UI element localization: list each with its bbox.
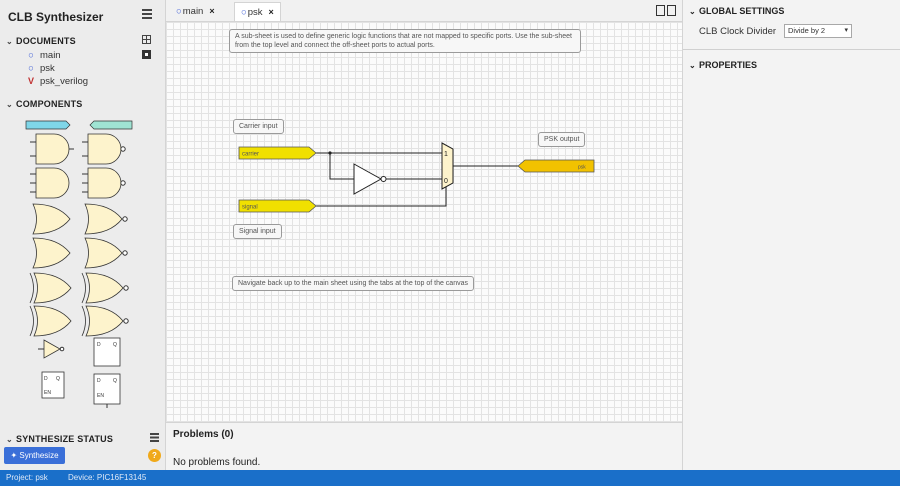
list-icon[interactable] [150, 433, 159, 442]
divider [683, 49, 900, 50]
xnor-gate-3-input-icon[interactable] [81, 305, 129, 337]
global-settings-header[interactable]: ⌄ GLOBAL SETTINGS [689, 6, 784, 16]
not-gate[interactable] [353, 163, 387, 195]
signal-input-port[interactable]: signal [238, 199, 317, 213]
warning-icon[interactable]: ? [148, 449, 161, 462]
svg-text:EN: EN [97, 393, 104, 399]
svg-text:D: D [97, 378, 101, 384]
document-item-psk-verilog[interactable]: Vpsk_verilog [26, 76, 88, 87]
chevron-down-icon: ▾ [844, 27, 848, 34]
d-flip-flop-reset-icon[interactable]: D Q EN [93, 373, 121, 408]
mux-input-1-label: 1 [444, 151, 448, 158]
svg-text:D: D [97, 342, 101, 348]
output-port-icon[interactable] [89, 120, 133, 130]
verilog-icon: V [27, 76, 34, 86]
chevron-down-icon: ⌄ [689, 61, 696, 70]
problems-panel: Problems (0) No problems found. [166, 422, 682, 470]
nor-gate-icon[interactable] [84, 203, 128, 235]
circle-icon: ○ [28, 63, 34, 74]
close-icon[interactable]: × [209, 6, 214, 16]
tab-bar: ○main × ○psk × [166, 0, 682, 22]
properties-header[interactable]: ⌄ PROPERTIES [689, 60, 757, 70]
nand-gate-3-input-icon[interactable] [82, 167, 126, 199]
magic-wand-icon: ✦ [10, 451, 18, 460]
status-bar: Project: psk Device: PIC16F13145 [0, 470, 900, 486]
components-section-header[interactable]: ⌄ COMPONENTS [6, 99, 83, 109]
circle-icon: ○ [176, 6, 182, 17]
component-palette: DQ DQ EN DQ EN [25, 120, 133, 408]
schematic-diagram: carrier signal 1 0 psk [238, 142, 595, 213]
or-gate-3-input-icon[interactable] [32, 237, 71, 269]
xor-gate-icon[interactable] [29, 272, 72, 304]
document-item-main[interactable]: ○ main [26, 50, 60, 61]
mux-input-0-label: 0 [444, 178, 448, 185]
chevron-down-icon: ⌄ [6, 100, 13, 109]
svg-text:EN: EN [44, 390, 51, 396]
problems-header[interactable]: Problems (0) [173, 429, 234, 440]
menu-icon[interactable] [142, 9, 152, 19]
svg-text:Q: Q [56, 376, 60, 382]
clock-divider-label: CLB Clock Divider [699, 26, 777, 37]
carrier-input-port[interactable]: carrier [238, 146, 317, 160]
project-status: Project: psk [6, 473, 48, 482]
schematic-canvas[interactable]: A sub-sheet is used to define generic lo… [166, 22, 682, 422]
psk-port-label: psk [578, 165, 586, 171]
input-port-icon[interactable] [25, 120, 71, 130]
close-icon[interactable]: × [269, 7, 274, 17]
multiplexer[interactable]: 1 0 [441, 142, 454, 190]
svg-text:Q: Q [113, 378, 117, 384]
svg-text:D: D [44, 376, 48, 382]
synthesize-button[interactable]: ✦ Synthesize [4, 447, 65, 464]
documents-section-header[interactable]: ⌄ DOCUMENTS [6, 36, 76, 46]
app-title: CLB Synthesizer [8, 10, 104, 24]
right-panel: ⌄ GLOBAL SETTINGS CLB Clock Divider Divid… [682, 0, 900, 470]
d-flip-flop-enable-icon[interactable]: D Q EN [41, 371, 65, 399]
clock-divider-select[interactable]: Divide by 2 ▾ [784, 24, 852, 38]
nand-gate-icon[interactable] [82, 133, 126, 165]
carrier-port-label: carrier [242, 152, 259, 158]
svg-text:Q: Q [113, 342, 117, 348]
chevron-down-icon: ⌄ [6, 435, 13, 444]
add-document-icon[interactable] [142, 50, 151, 59]
d-flip-flop-icon[interactable]: DQ [93, 337, 121, 367]
wire-junction [328, 151, 332, 155]
split-view-icon[interactable] [667, 5, 676, 16]
chevron-down-icon: ⌄ [6, 37, 13, 46]
left-sidebar: CLB Synthesizer ⌄ DOCUMENTS ○ main ○ psk Vp… [0, 0, 166, 470]
circle-icon: ○ [28, 50, 34, 61]
buffer-icon[interactable] [38, 339, 65, 359]
app-window: CLB Synthesizer ⌄ DOCUMENTS ○ main ○ psk Vp… [0, 0, 900, 486]
synthesize-status-section-header[interactable]: ⌄ SYNTHESIZE STATUS [6, 434, 113, 444]
split-view-icon[interactable] [656, 5, 665, 16]
and-gate-icon[interactable] [30, 133, 74, 165]
xnor-gate-icon[interactable] [81, 272, 129, 304]
problems-message: No problems found. [173, 457, 261, 468]
circle-icon: ○ [241, 7, 247, 18]
device-status: Device: PIC16F13145 [68, 473, 147, 482]
grid-icon[interactable] [142, 35, 151, 44]
or-gate-icon[interactable] [32, 203, 71, 235]
signal-port-label: signal [242, 205, 258, 211]
psk-output-port[interactable]: psk [517, 159, 595, 173]
nor-gate-3-input-icon[interactable] [84, 237, 128, 269]
wires [316, 152, 518, 207]
document-item-psk[interactable]: ○ psk [26, 63, 55, 74]
xor-gate-3-input-icon[interactable] [29, 305, 72, 337]
tab-psk[interactable]: ○psk × [234, 2, 281, 21]
tab-main[interactable]: ○main × [170, 2, 221, 21]
and-gate-3-input-icon[interactable] [30, 167, 70, 199]
chevron-down-icon: ⌄ [689, 7, 696, 16]
